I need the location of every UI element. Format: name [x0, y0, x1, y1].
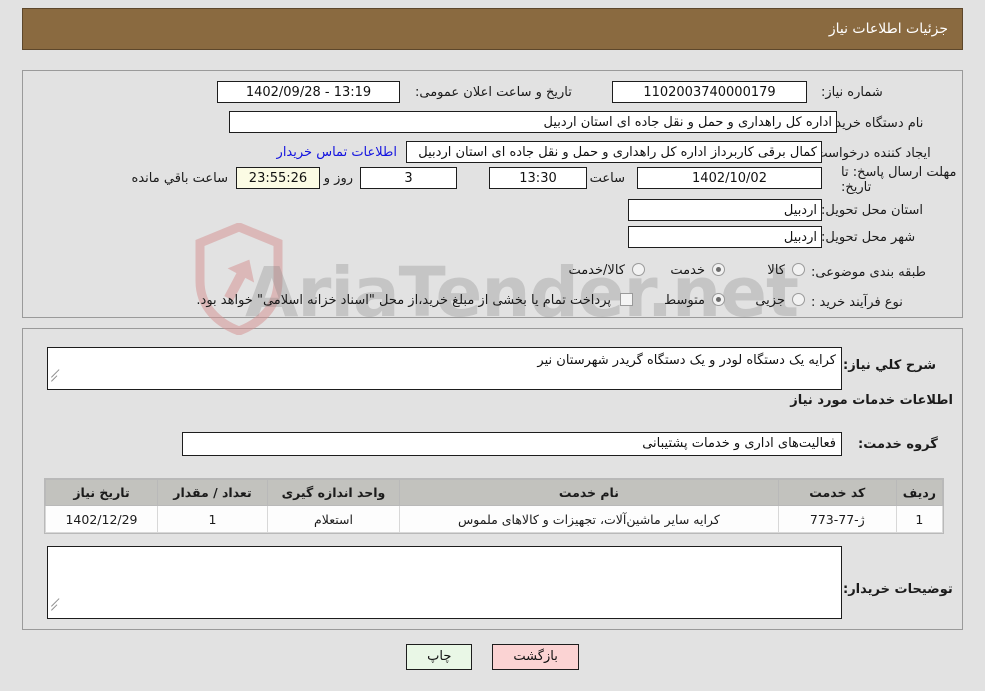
label-deadline: مهلت ارسال پاسخ: تا تاریخ:	[841, 165, 957, 195]
label-category: طبقه بندی موضوعی:	[811, 265, 927, 280]
service-group-value: فعالیت‌های اداری و خدمات پشتیبانی	[642, 436, 836, 451]
table-row[interactable]: 1 ژ-77-773 کرایه سایر ماشین‌آلات، تجهیزا…	[45, 505, 944, 533]
cell-date: 1402/12/29	[45, 505, 158, 533]
label-announce-datetime: تاریخ و ساعت اعلان عمومی:	[415, 85, 572, 100]
resize-grip-icon[interactable]	[51, 369, 61, 387]
field-buyer-org[interactable]: اداره کل راهداری و حمل و نقل جاده ای است…	[229, 111, 837, 133]
textarea-need-description[interactable]: کرایه یک دستگاه لودر و یک دستگاه گریدر ش…	[47, 347, 842, 390]
label-category-kala: کالا	[767, 263, 785, 278]
label-hours-remaining: ساعت باقي مانده	[131, 171, 228, 186]
field-deadline-date[interactable]: 1402/10/02	[637, 167, 822, 189]
page-root: جزئیات اطلاعات نیاز AriaTender.net شماره…	[0, 0, 985, 691]
label-buyer-notes: توضیحات خریدار:	[843, 582, 953, 597]
label-category-kala-khedmat: کالا/خدمت	[568, 263, 625, 278]
label-process-jozii: جزیی	[755, 293, 785, 308]
services-table-wrapper: ردیف کد خدمت نام خدمت واحد اندازه گیری ت…	[44, 478, 944, 534]
buyer-contact-link[interactable]: اطلاعات تماس خریدار	[277, 145, 397, 160]
services-table: ردیف کد خدمت نام خدمت واحد اندازه گیری ت…	[45, 479, 944, 533]
cell-name: کرایه سایر ماشین‌آلات، تجهیزات و کالاهای…	[399, 505, 779, 533]
label-province: استان محل تحویل:	[821, 203, 923, 218]
field-deadline-hour[interactable]: 13:30	[489, 167, 587, 189]
field-city[interactable]: اردبیل	[628, 226, 822, 248]
field-province[interactable]: اردبیل	[628, 199, 822, 221]
need-description-value: کرایه یک دستگاه لودر و یک دستگاه گریدر ش…	[537, 353, 836, 368]
cell-row: 1	[895, 505, 944, 533]
resize-grip-icon[interactable]	[51, 598, 61, 616]
textarea-buyer-notes[interactable]	[47, 546, 842, 619]
label-hour: ساعت	[589, 171, 625, 186]
radio-process-jozii[interactable]	[792, 293, 805, 306]
label-need-number: شماره نیاز:	[821, 85, 883, 100]
cell-qty: 1	[157, 505, 268, 533]
th-code: کد خدمت	[777, 479, 897, 506]
th-name: نام خدمت	[399, 479, 779, 506]
label-islamic-treasury-note: پرداخت تمام یا بخشی از مبلغ خرید،از محل …	[196, 293, 611, 308]
label-process-type: نوع فرآیند خرید :	[811, 295, 903, 310]
th-qty: تعداد / مقدار	[157, 479, 268, 506]
label-service-group: گروه خدمت:	[858, 437, 938, 452]
radio-process-motavaset[interactable]	[712, 293, 725, 306]
cell-code: ژ-77-773	[777, 505, 897, 533]
page-title-bar: جزئیات اطلاعات نیاز	[22, 8, 963, 50]
label-category-khedmat: خدمت	[670, 263, 705, 278]
field-need-number[interactable]: 1102003740000179	[612, 81, 807, 103]
th-row: ردیف	[895, 479, 944, 506]
cell-unit: استعلام	[267, 505, 400, 533]
field-countdown[interactable]: 23:55:26	[236, 167, 320, 189]
checkbox-islamic-treasury[interactable]	[620, 293, 633, 306]
need-info-panel	[22, 70, 963, 318]
field-service-group[interactable]: فعالیت‌های اداری و خدمات پشتیبانی	[182, 432, 842, 456]
label-days: روز و	[323, 171, 353, 186]
button-bar: بازگشت چاپ	[0, 644, 985, 670]
th-unit: واحد اندازه گیری	[267, 479, 400, 506]
radio-category-kala[interactable]	[792, 263, 805, 276]
field-days-remaining[interactable]: 3	[360, 167, 457, 189]
radio-category-khedmat[interactable]	[712, 263, 725, 276]
print-button[interactable]: چاپ	[406, 644, 473, 670]
label-city: شهر محل تحویل:	[821, 230, 916, 245]
back-button[interactable]: بازگشت	[492, 644, 579, 670]
label-process-motavaset: متوسط	[664, 293, 705, 308]
label-requester: ایجاد کننده درخواست:	[811, 146, 931, 161]
field-announce-datetime[interactable]: 13:19 - 1402/09/28	[217, 81, 400, 103]
table-header-row: ردیف کد خدمت نام خدمت واحد اندازه گیری ت…	[45, 479, 944, 506]
th-date: تاریخ نیاز	[45, 479, 158, 506]
label-buyer-org: نام دستگاه خریدار:	[821, 116, 924, 131]
radio-category-kala-khedmat[interactable]	[632, 263, 645, 276]
field-requester[interactable]: کمال برقی کاربرداز اداره کل راهداری و حم…	[406, 141, 822, 163]
label-need-description: شرح کلي نیاز:	[843, 358, 937, 373]
page-title: جزئیات اطلاعات نیاز	[828, 21, 948, 37]
services-section-heading: اطلاعات خدمات مورد نیاز	[790, 393, 953, 408]
